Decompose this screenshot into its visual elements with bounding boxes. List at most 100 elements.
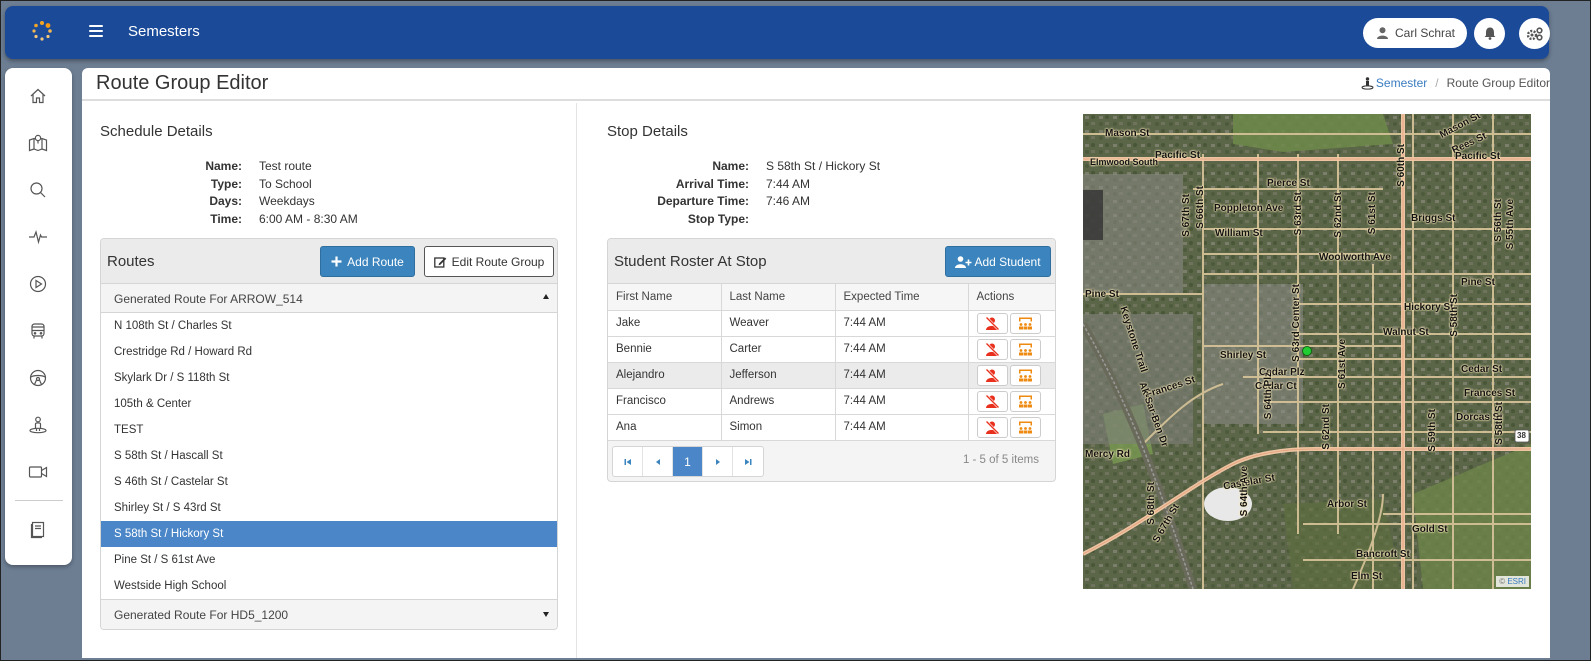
notifications-button[interactable]	[1474, 18, 1505, 49]
add-user-icon	[955, 255, 972, 268]
route-stop-item[interactable]: Pine St / S 61st Ave	[101, 547, 557, 573]
route-stop-item-selected[interactable]: S 58th St / Hickory St	[101, 521, 557, 547]
remove-student-button[interactable]	[976, 338, 1008, 360]
first-page-button[interactable]	[613, 447, 643, 476]
table-row-hovered[interactable]: Alejandro Jefferson 7:44 AM	[608, 362, 1055, 389]
remove-student-button[interactable]	[976, 416, 1008, 438]
map-street-label: Woolworth Ave	[1319, 252, 1391, 263]
edit-icon	[433, 256, 446, 268]
last-name-cell: Jefferson	[721, 362, 836, 389]
user-menu-button[interactable]: Carl Schrat	[1363, 18, 1467, 48]
page-header: Route Group Editor Semester / Route Grou…	[82, 68, 1550, 101]
actions-cell	[968, 414, 1055, 441]
stop-details: Name: S 58th St / Hickory St Arrival Time…	[642, 158, 880, 228]
schedule-days-label: Days:	[209, 194, 242, 208]
expand-arrow-icon	[543, 612, 549, 617]
search-icon	[30, 182, 46, 198]
roster-panel-header: Student Roster At Stop Add Student	[608, 239, 1055, 284]
route-group-header[interactable]: Generated Route For ARROW_514	[101, 284, 557, 313]
route-stop-item[interactable]: 105th & Center	[101, 391, 557, 417]
route-stop-item[interactable]: Westside High School	[101, 573, 557, 599]
map-street-label: Elm St	[1351, 571, 1383, 582]
activity-icon	[29, 230, 47, 245]
expected-time-cell: 7:44 AM	[835, 388, 969, 415]
map-pin-icon	[28, 134, 48, 152]
gears-icon	[1526, 26, 1543, 41]
actions-cell	[968, 362, 1055, 389]
copyright-symbol: ©	[1499, 577, 1506, 586]
map-street-label: Shirley St	[1220, 350, 1267, 361]
sidebar-item-search[interactable]	[26, 178, 50, 202]
table-row[interactable]: Jake Weaver 7:44 AM	[608, 310, 1055, 337]
bus-icon	[31, 323, 45, 339]
remove-student-button[interactable]	[976, 364, 1008, 386]
edit-route-group-label: Edit Route Group	[451, 254, 545, 269]
table-row[interactable]: Bennie Carter 7:44 AM	[608, 336, 1055, 363]
sidebar-item-playback[interactable]	[26, 272, 50, 296]
arrival-time-label: Arrival Time:	[675, 176, 749, 191]
map-street-label: Mercy Rd	[1085, 449, 1131, 460]
last-page-button[interactable]	[733, 447, 763, 476]
sidebar-item-activity[interactable]	[26, 225, 50, 249]
map-street-label: S 62nd St	[1333, 192, 1344, 238]
pagination-info: 1 - 5 of 5 items	[962, 454, 1039, 466]
arrival-time-value: 7:44 AM	[766, 176, 811, 191]
sidebar-item-video[interactable]	[26, 460, 50, 484]
breadcrumb-semester-link[interactable]: Semester	[1376, 76, 1427, 90]
route-stop-item[interactable]: Shirley St / S 43rd St	[101, 495, 557, 521]
expected-time-cell: 7:44 AM	[835, 310, 969, 337]
pagination: 1	[612, 446, 764, 477]
route-map[interactable]: Mason St Pacific St Elmwood South Mason …	[1083, 114, 1531, 589]
assign-group-button[interactable]	[1009, 416, 1041, 438]
edit-route-group-button[interactable]: Edit Route Group	[424, 246, 554, 277]
map-attribution[interactable]: © ESRI	[1496, 576, 1529, 587]
column-header-expected-time[interactable]: Expected Time	[835, 284, 969, 311]
table-row[interactable]: Ana Simon 7:44 AM	[608, 414, 1055, 441]
route-stop-item[interactable]: TEST	[101, 417, 557, 443]
departure-time-label: Departure Time:	[657, 194, 749, 208]
remove-student-button[interactable]	[976, 312, 1008, 334]
sidebar-item-home[interactable]	[26, 84, 50, 108]
sidebar-item-bus[interactable]	[26, 319, 50, 343]
assign-group-button[interactable]	[1009, 312, 1041, 334]
esri-link[interactable]: ESRI	[1507, 577, 1526, 586]
next-page-button[interactable]	[703, 447, 733, 476]
schedule-time-label: Time:	[210, 211, 242, 226]
sidebar-item-stops[interactable]	[26, 413, 50, 437]
main-content: Route Group Editor Semester / Route Grou…	[82, 68, 1550, 658]
sidebar-item-docs[interactable]	[26, 518, 50, 542]
route-stop-item[interactable]: S 46th St / Castelar St	[101, 469, 557, 495]
group-hierarchy-icon	[1018, 317, 1032, 329]
expected-time-cell: 7:44 AM	[835, 336, 969, 363]
routes-panel-header: Routes Add Route Edit Route Group	[101, 239, 557, 284]
menu-toggle-icon[interactable]	[89, 25, 103, 37]
sidebar-item-map[interactable]	[26, 131, 50, 155]
person-location-icon	[29, 416, 47, 434]
add-student-button[interactable]: Add Student	[945, 246, 1051, 277]
assign-group-button[interactable]	[1009, 364, 1041, 386]
route-stop-item[interactable]: Crestridge Rd / Howard Rd	[101, 339, 557, 365]
add-route-button[interactable]: Add Route	[320, 246, 415, 277]
map-street-label: S 64th Ave	[1239, 466, 1250, 517]
assign-group-button[interactable]	[1009, 338, 1041, 360]
column-header-last-name[interactable]: Last Name	[721, 284, 836, 311]
previous-page-icon	[655, 458, 660, 465]
actions-cell	[968, 310, 1055, 337]
app-logo-icon[interactable]	[31, 20, 53, 42]
remove-student-button[interactable]	[976, 390, 1008, 412]
map-street-label: S 58th St	[1449, 294, 1460, 337]
route-group-header[interactable]: Generated Route For HD5_1200	[101, 599, 557, 629]
user-slash-icon	[985, 368, 999, 382]
assign-group-button[interactable]	[1009, 390, 1041, 412]
route-stop-item[interactable]: N 108th St / Charles St	[101, 313, 557, 339]
map-street-label: S 56th St	[1493, 199, 1504, 242]
user-slash-icon	[985, 342, 999, 356]
column-header-first-name[interactable]: First Name	[608, 284, 722, 311]
sidebar-item-drivers[interactable]	[26, 366, 50, 390]
settings-button[interactable]	[1519, 18, 1550, 49]
route-stop-item[interactable]: Skylark Dr / S 118th St	[101, 365, 557, 391]
previous-page-button[interactable]	[643, 447, 673, 476]
page-1-button[interactable]: 1	[673, 447, 703, 476]
route-stop-item[interactable]: S 58th St / Hascall St	[101, 443, 557, 469]
table-row[interactable]: Francisco Andrews 7:44 AM	[608, 388, 1055, 415]
